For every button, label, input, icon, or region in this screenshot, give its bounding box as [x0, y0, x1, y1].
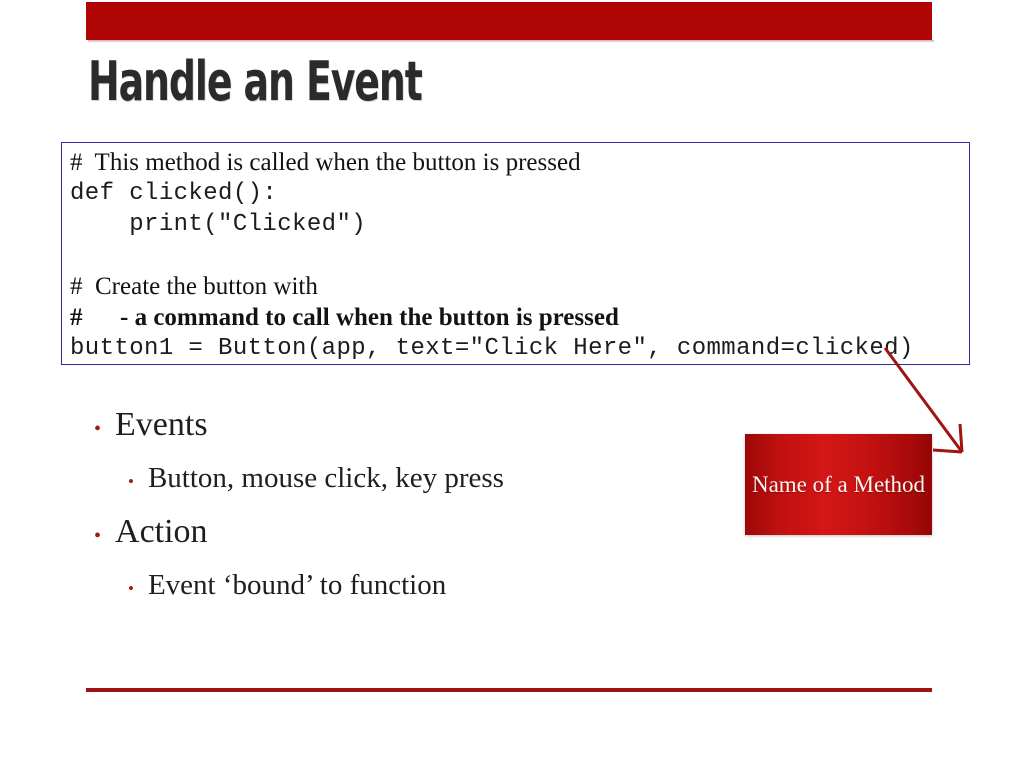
page-title: Handle an Event	[88, 50, 423, 113]
code-line: def clicked():	[70, 180, 278, 207]
bullet-label: Action	[115, 513, 208, 550]
bullet-dot-icon: •	[94, 418, 102, 440]
top-banner	[86, 2, 932, 40]
bullet-label: Events	[115, 406, 208, 443]
bullet-item: • Event ‘bound’ to function	[128, 559, 728, 612]
bullet-list: • Events • Button, mouse click, key press • A…	[88, 398, 728, 612]
callout-box: Name of a Method	[745, 434, 932, 535]
top-banner-shadow	[88, 40, 934, 43]
bullet-item: • Button, mouse click, key press	[128, 452, 728, 505]
code-line: button1 = Button(app, text="Click Here",…	[70, 335, 914, 362]
bullet-item: • Action	[94, 505, 728, 559]
bullet-label: Button, mouse click, key press	[147, 462, 504, 494]
bullet-item: • Events	[94, 398, 728, 452]
bullet-label: Event ‘bound’ to function	[147, 569, 447, 601]
callout-label: Name of a Method	[751, 471, 926, 497]
code-line: # - a command to call when the button is…	[70, 304, 619, 331]
code-line: # This method is called when the button …	[70, 149, 581, 176]
code-line: print("Clicked")	[70, 211, 367, 238]
code-line: # Create the button with	[70, 273, 318, 300]
bullet-dot-icon: •	[128, 472, 134, 491]
code-block: # This method is called when the button …	[61, 142, 970, 365]
bullet-dot-icon: •	[94, 525, 102, 547]
bullet-dot-icon: •	[128, 579, 134, 598]
footer-divider	[86, 688, 932, 692]
